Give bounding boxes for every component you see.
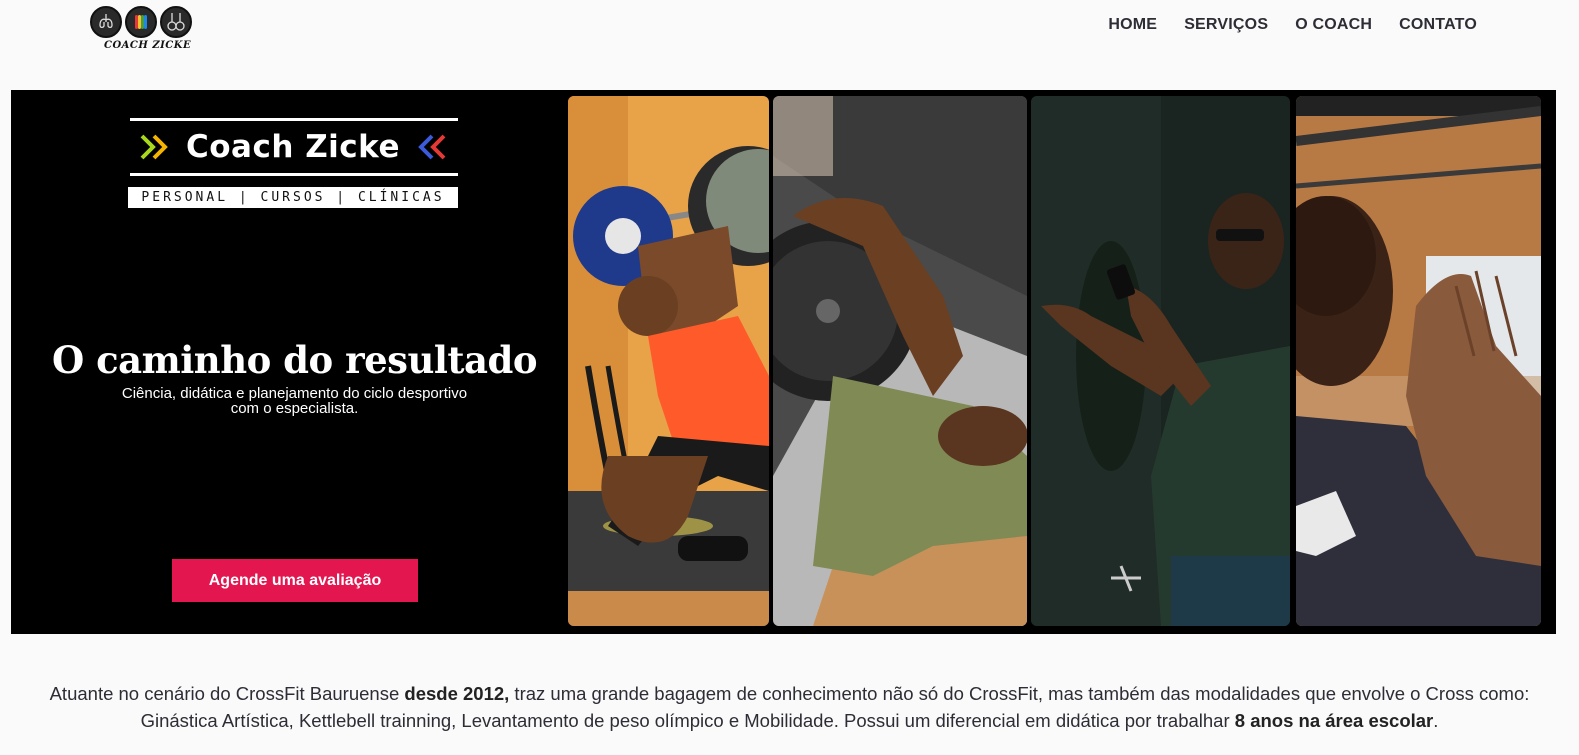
schedule-evaluation-button[interactable]: Agende uma avaliação: [172, 559, 418, 602]
about-text-3: .: [1433, 710, 1439, 731]
logo-text: COACH ZICKE: [104, 40, 192, 51]
site-header: COACH ZICKE HOME SERVIÇOS O COACH CONTAT…: [0, 0, 1579, 90]
lungs-icon: [90, 6, 122, 38]
brand-block: Coach Zicke PERSONAL | CURSOS | CLÍNICAS: [128, 118, 458, 208]
chevron-right-double-icon: [140, 134, 168, 160]
hero-text-panel: Coach Zicke PERSONAL | CURSOS | CLÍNICAS…: [11, 90, 568, 634]
main-nav: HOME SERVIÇOS O COACH CONTATO: [1108, 16, 1477, 34]
coach-with-phone-photo: [1031, 96, 1290, 626]
about-highlight-years: 8 anos na área escolar: [1234, 710, 1434, 731]
brand-subtitle: PERSONAL | CURSOS | CLÍNICAS: [128, 187, 458, 208]
nav-contato[interactable]: CONTATO: [1399, 16, 1477, 34]
hero-headline: O caminho do resultado: [51, 338, 538, 382]
squat-snatch-photo: [568, 96, 769, 626]
nav-o-coach[interactable]: O COACH: [1295, 16, 1372, 34]
site-logo[interactable]: COACH ZICKE: [90, 6, 205, 54]
nav-servicos[interactable]: SERVIÇOS: [1184, 16, 1268, 34]
brand-bottom-rule: [130, 173, 458, 176]
about-paragraph: Atuante no cenário do CrossFit Bauruense…: [0, 680, 1579, 734]
bench-press-photo: [773, 96, 1027, 626]
heart-rainbow-icon: [125, 6, 157, 38]
brand-title: Coach Zicke: [186, 129, 400, 165]
about-text-1: Atuante no cenário do CrossFit Bauruense: [49, 683, 405, 704]
hero-tagline: Ciência, didática e planejamento do cicl…: [121, 385, 468, 417]
about-highlight-since: desde 2012,: [404, 683, 510, 704]
chevron-left-double-icon: [418, 134, 446, 160]
nav-home[interactable]: HOME: [1108, 16, 1157, 34]
coach-clapping-photo: [1296, 96, 1541, 626]
hero-section: Coach Zicke PERSONAL | CURSOS | CLÍNICAS…: [11, 90, 1556, 634]
rings-icon: [160, 6, 192, 38]
